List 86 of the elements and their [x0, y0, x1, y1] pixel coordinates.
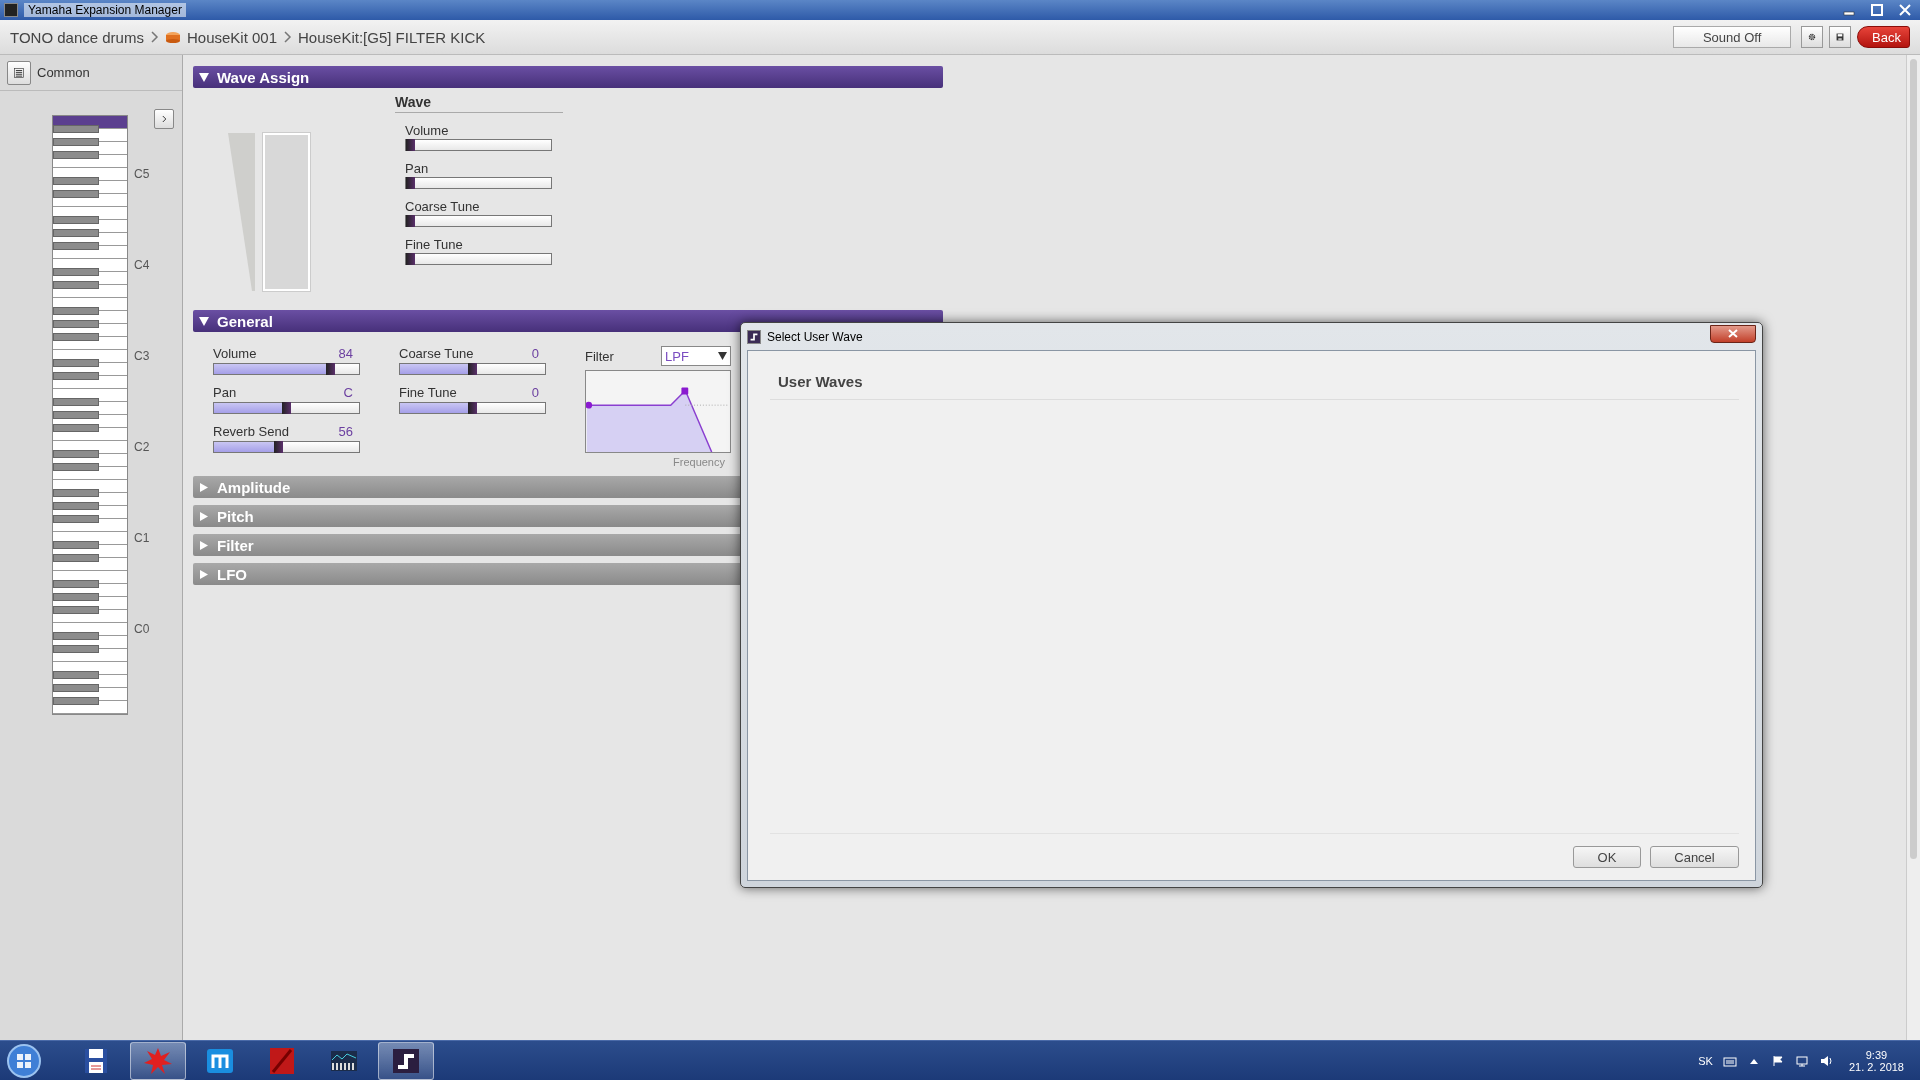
octave-label: C4: [134, 258, 150, 274]
chevron-right-icon: [283, 31, 292, 43]
breadcrumb-link[interactable]: TONO dance drums: [10, 28, 144, 46]
slider-thumb[interactable]: [406, 139, 415, 151]
breadcrumb-link[interactable]: HouseKit:[G5] FILTER KICK: [298, 28, 486, 46]
ok-button[interactable]: OK: [1573, 846, 1641, 868]
slider-track[interactable]: [213, 441, 360, 453]
collapse-triangle-icon: [199, 316, 209, 326]
filter-type-dropdown[interactable]: LPF: [661, 346, 731, 366]
app-icon: [4, 3, 18, 17]
expand-triangle-icon: [199, 540, 209, 550]
slider-thumb[interactable]: [325, 363, 335, 375]
clock-time[interactable]: 9:39: [1865, 1048, 1888, 1061]
keyboard-icon[interactable]: [1722, 1054, 1737, 1067]
network-icon[interactable]: [1794, 1054, 1809, 1067]
slider-label: Pan: [405, 161, 430, 177]
sound-off-button[interactable]: Sound Off: [1673, 26, 1792, 48]
expand-triangle-icon: [199, 569, 209, 579]
dialog-title: Select User Wave: [767, 329, 863, 344]
expand-triangle-icon: [199, 482, 209, 492]
slider-track[interactable]: [399, 402, 546, 414]
drum-icon: [164, 31, 181, 43]
axis-label: Frequency: [673, 456, 726, 468]
close-button[interactable]: [1710, 324, 1756, 343]
app-icon: [747, 329, 761, 344]
wave-heading: Wave: [395, 94, 563, 113]
collapse-triangle-icon: [199, 72, 209, 82]
start-button[interactable]: [6, 1042, 42, 1079]
chevron-right-icon: [149, 31, 159, 43]
slider-thumb[interactable]: [406, 253, 415, 265]
common-label: Common: [37, 65, 90, 80]
slider-label: Coarse Tune: [399, 346, 474, 363]
octave-label: C1: [134, 531, 150, 547]
slider-label: Volume: [213, 346, 257, 363]
breadcrumb-link[interactable]: HouseKit 001: [186, 28, 277, 46]
slider-label: Pan: [213, 385, 237, 402]
octave-label: C2: [134, 440, 150, 456]
next-button[interactable]: [154, 109, 174, 129]
slider-thumb[interactable]: [468, 363, 477, 375]
scrollbar[interactable]: [1906, 55, 1920, 1040]
taskbar-button[interactable]: [378, 1041, 434, 1080]
octave-label: C5: [134, 167, 150, 183]
slider-value: 0: [531, 346, 540, 363]
slider-track[interactable]: [405, 215, 552, 227]
slider-track[interactable]: [405, 177, 552, 189]
slider-track[interactable]: [405, 139, 552, 151]
expand-triangle-icon: [199, 511, 209, 521]
octave-label: C0: [134, 622, 150, 638]
slider-thumb[interactable]: [273, 441, 283, 453]
slider-thumb[interactable]: [282, 402, 291, 414]
filter-curve-graph[interactable]: [585, 370, 731, 453]
slider-value: 84: [338, 346, 354, 363]
octave-label: C3: [134, 349, 150, 365]
slider-thumb[interactable]: [406, 215, 415, 227]
slider-value: 56: [338, 424, 354, 441]
slider-label: Fine Tune: [399, 385, 457, 402]
save-button[interactable]: [1829, 26, 1852, 48]
slider-track[interactable]: [213, 402, 360, 414]
slider-track[interactable]: [399, 363, 546, 375]
slider-value: 0: [531, 385, 540, 402]
speaker-icon[interactable]: [1818, 1054, 1833, 1067]
list-button[interactable]: [7, 60, 31, 85]
slashed-tile-icon: [267, 1045, 297, 1076]
slider-label: Reverb Send: [213, 424, 289, 441]
chevron-right-icon: [161, 113, 167, 125]
slider-label: Fine Tune: [405, 237, 464, 253]
clock-date[interactable]: 21. 2. 2018: [1848, 1060, 1904, 1073]
slider-thumb[interactable]: [468, 402, 477, 414]
list-heading: User Waves: [770, 351, 1739, 400]
cancel-button[interactable]: Cancel: [1650, 846, 1739, 868]
flag-icon[interactable]: [1770, 1054, 1785, 1067]
filter-label: Filter: [585, 348, 614, 364]
piano-keyboard-drawing[interactable]: [52, 115, 128, 715]
dropdown-arrow-icon: [718, 352, 727, 360]
language-indicator[interactable]: SK: [1698, 1054, 1713, 1067]
section-header[interactable]: Wave Assign: [193, 66, 943, 88]
slider-label: Volume: [405, 123, 450, 139]
slider-value: C: [343, 385, 354, 402]
window-title: Yamaha Expansion Manager: [24, 3, 186, 17]
slider-label: Coarse Tune: [405, 199, 481, 215]
slider-track[interactable]: [405, 253, 552, 265]
slider-track[interactable]: [213, 363, 360, 375]
settings-button[interactable]: [1801, 26, 1824, 48]
slider-thumb[interactable]: [406, 177, 415, 189]
close-icon: [1728, 329, 1738, 338]
back-button[interactable]: Back: [1857, 26, 1910, 48]
